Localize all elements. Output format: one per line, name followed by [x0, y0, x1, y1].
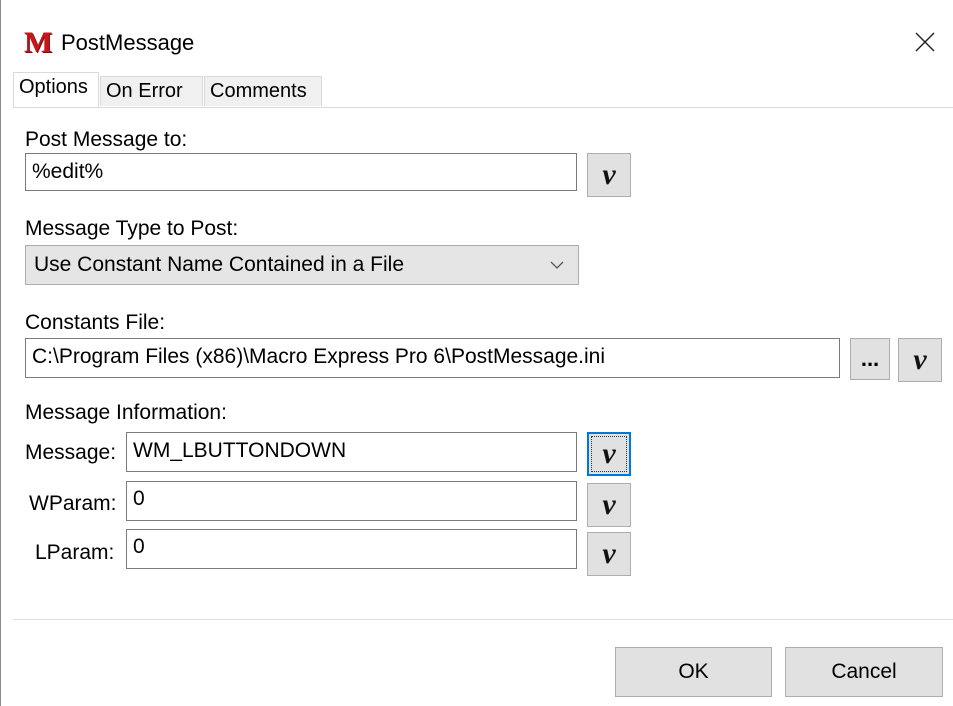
lparam-label: LParam: [35, 541, 115, 564]
constants-file-input[interactable]: C:\Program Files (x86)\Macro Express Pro… [25, 338, 840, 378]
variable-v-icon: v [913, 343, 927, 376]
tab-options[interactable]: Options [13, 72, 99, 108]
constants-file-label: Constants File: [25, 311, 166, 334]
close-icon [915, 32, 935, 52]
message-variable-button[interactable]: v [587, 432, 631, 476]
post-message-to-input[interactable]: %edit% [25, 153, 577, 191]
variable-v-icon: v [602, 488, 616, 521]
message-information-label: Message Information: [25, 401, 227, 424]
postmessage-dialog: M PostMessage Options On Error Comments … [0, 0, 953, 706]
message-label: Message: [25, 441, 117, 464]
constants-file-variable-button[interactable]: v [898, 338, 942, 382]
tab-comments[interactable]: Comments [204, 76, 322, 106]
post-to-variable-button[interactable]: v [587, 153, 631, 197]
cancel-button[interactable]: Cancel [785, 647, 943, 697]
wparam-input[interactable]: 0 [126, 481, 577, 521]
variable-v-icon: v [602, 158, 616, 191]
variable-v-icon: v [591, 436, 627, 472]
message-type-selected: Use Constant Name Contained in a File [34, 253, 405, 276]
lparam-variable-button[interactable]: v [587, 532, 631, 576]
lparam-input[interactable]: 0 [126, 529, 577, 569]
message-type-select[interactable]: Use Constant Name Contained in a File [25, 245, 579, 285]
tab-panel-border [13, 107, 953, 108]
chevron-down-icon [550, 246, 564, 297]
variable-v-icon: v [602, 537, 616, 570]
wparam-variable-button[interactable]: v [587, 483, 631, 527]
message-type-label: Message Type to Post: [25, 217, 239, 240]
browse-button[interactable]: ... [850, 338, 890, 380]
window-title: PostMessage [61, 30, 195, 55]
button-separator [13, 619, 953, 620]
post-message-to-label: Post Message to: [25, 128, 188, 151]
macro-express-icon: M [24, 26, 53, 59]
ok-button[interactable]: OK [615, 647, 772, 697]
message-input[interactable]: WM_LBUTTONDOWN [126, 432, 577, 472]
wparam-label: WParam: [29, 492, 117, 515]
close-button[interactable] [907, 24, 943, 60]
tab-on-error[interactable]: On Error [100, 76, 203, 106]
